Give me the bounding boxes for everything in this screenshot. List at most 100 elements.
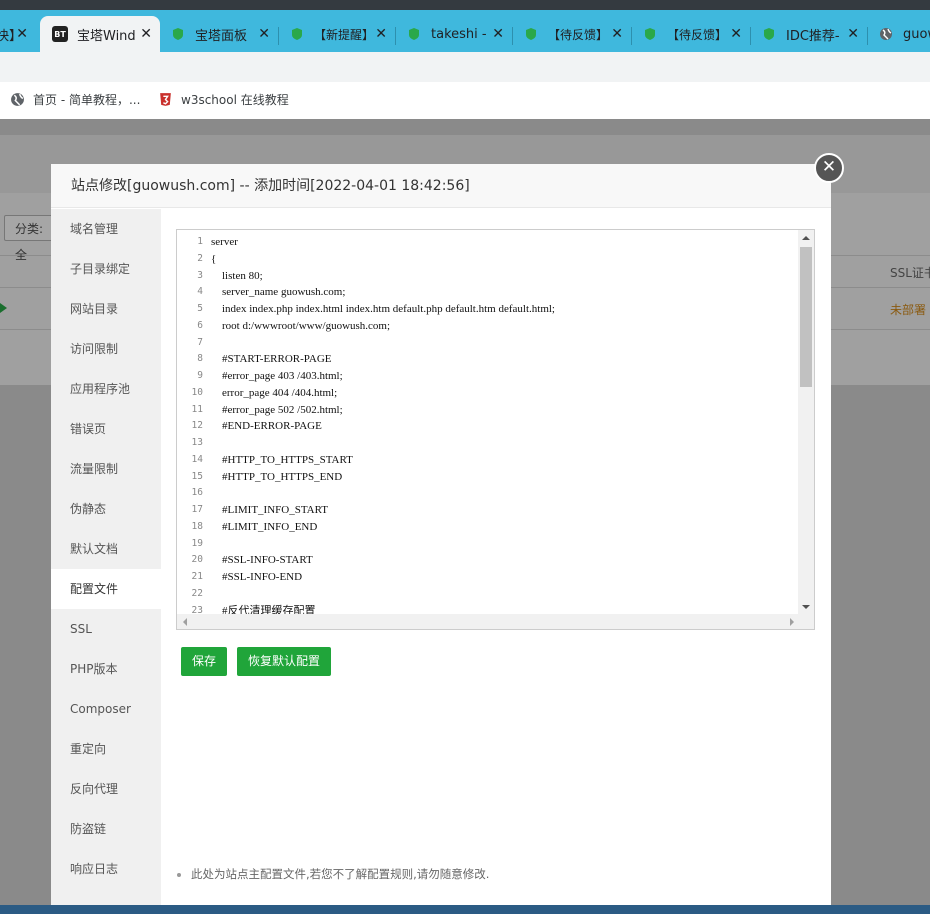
note-text: 此处为站点主配置文件,若您不了解配置规则,请勿随意修改.: [191, 867, 490, 881]
editor-horizontal-scrollbar[interactable]: [177, 614, 800, 629]
sidebar-item-default-document[interactable]: 默认文档: [51, 529, 161, 569]
sidebar-item-app-pool[interactable]: 应用程序池: [51, 369, 161, 409]
code-line[interactable]: #LIMIT_INFO_START: [211, 502, 797, 519]
green-shield-icon: [289, 26, 305, 42]
line-number: 11: [191, 403, 203, 415]
sidebar-item-redirect[interactable]: 重定向: [51, 729, 161, 769]
tab-close-icon[interactable]: ✕: [258, 25, 270, 43]
sidebar-item-domain-management[interactable]: 域名管理: [51, 209, 161, 249]
tab-pending-feedback-2[interactable]: 【待反馈】 ✕: [632, 16, 750, 52]
config-code-editor[interactable]: 1 2 3 4 5 6 7 8 9 10 11 12 13 14 15 16 17 18 19 20 21 22 23 se…: [176, 229, 815, 630]
code-line[interactable]: [211, 485, 797, 502]
code-line[interactable]: [211, 435, 797, 452]
tab-partial-left[interactable]: 快】 ✕: [0, 16, 36, 52]
sidebar-item-response-log[interactable]: 响应日志: [51, 849, 161, 889]
tab-bt-forum[interactable]: 宝塔面板 ✕: [160, 16, 278, 52]
bullet-icon: [177, 872, 181, 877]
dialog-close-icon[interactable]: ✕: [814, 153, 844, 183]
tab-close-icon[interactable]: ✕: [375, 25, 387, 43]
code-line[interactable]: #SSL-INFO-START: [211, 552, 797, 569]
sidebar-item-subdirectory-binding[interactable]: 子目录绑定: [51, 249, 161, 289]
taskbar-strip: [0, 905, 930, 914]
code-line[interactable]: #LIMIT_INFO_END: [211, 519, 797, 536]
code-line[interactable]: root d:/wwwroot/www/guowush.com;: [211, 318, 797, 335]
tab-close-icon[interactable]: ✕: [140, 25, 152, 43]
code-line[interactable]: #error_page 502 /502.html;: [211, 402, 797, 419]
code-line[interactable]: #START-ERROR-PAGE: [211, 351, 797, 368]
globe-icon: [878, 26, 894, 42]
window-top-bar: [0, 0, 930, 10]
tab-close-icon[interactable]: ✕: [847, 25, 859, 43]
code-line[interactable]: server_name guowush.com;: [211, 284, 797, 301]
tab-close-icon[interactable]: ✕: [492, 25, 504, 43]
scroll-up-arrow-icon[interactable]: [802, 236, 810, 240]
sidebar-item-php-version[interactable]: PHP版本: [51, 649, 161, 689]
bookmark-w3school[interactable]: w3school 在线教程: [157, 91, 289, 108]
scroll-left-arrow-icon[interactable]: [183, 618, 187, 626]
sidebar-item-hotlink-protection[interactable]: 防盗链: [51, 809, 161, 849]
line-number: 5: [197, 303, 203, 314]
code-line[interactable]: error_page 404 /404.html;: [211, 385, 797, 402]
code-line[interactable]: [211, 586, 797, 603]
tab-title: takeshi -: [431, 26, 487, 42]
sidebar-item-ssl[interactable]: SSL: [51, 609, 161, 649]
tab-close-icon[interactable]: ✕: [611, 25, 623, 43]
line-number: 3: [197, 269, 203, 281]
scrollbar-corner: [798, 614, 814, 629]
background-ssl-column-header: SSL证书: [890, 266, 930, 280]
line-number: 8: [197, 353, 203, 365]
code-line[interactable]: server: [211, 234, 797, 251]
tab-title: IDC推荐-: [786, 28, 840, 44]
tab-close-icon[interactable]: ✕: [16, 25, 28, 43]
address-bar-area[interactable]: [0, 52, 930, 82]
tab-new-reminder[interactable]: 【新提醒】 ✕: [279, 16, 395, 52]
code-line[interactable]: #END-ERROR-PAGE: [211, 418, 797, 435]
tab-bt-panel[interactable]: BT 宝塔Wind ✕: [40, 16, 160, 52]
scroll-down-arrow-icon[interactable]: [802, 605, 810, 609]
sidebar-item-config-file[interactable]: 配置文件: [51, 569, 161, 609]
bookmark-label: 首页 - 简单教程，...: [33, 93, 141, 107]
tab-close-icon[interactable]: ✕: [730, 25, 742, 43]
tab-title: 宝塔Wind: [77, 28, 136, 44]
code-line[interactable]: #SSL-INFO-END: [211, 569, 797, 586]
tab-title: 宝塔面板: [195, 28, 248, 44]
code-line[interactable]: #HTTP_TO_HTTPS_START: [211, 452, 797, 469]
scroll-right-arrow-icon[interactable]: [790, 618, 794, 626]
sidebar-item-composer[interactable]: Composer: [51, 689, 161, 729]
tab-guowush[interactable]: guow: [868, 16, 930, 52]
bookmarks-bar: 首页 - 简单教程，... w3school 在线教程: [0, 82, 930, 119]
green-shield-icon: [523, 26, 539, 42]
sidebar-item-reverse-proxy[interactable]: 反向代理: [51, 769, 161, 809]
code-line[interactable]: [211, 335, 797, 352]
editor-vertical-scrollbar[interactable]: [798, 230, 814, 614]
sidebar-item-site-directory[interactable]: 网站目录: [51, 289, 161, 329]
bookmark-home-tutorial[interactable]: 首页 - 简单教程，...: [9, 91, 140, 108]
tab-title: 【待反馈】: [667, 27, 728, 42]
code-line[interactable]: {: [211, 251, 797, 268]
bt-logo-icon: BT: [52, 26, 68, 42]
editor-code-area[interactable]: server{ listen 80; server_name guowush.c…: [211, 230, 797, 619]
line-number: 20: [191, 554, 203, 566]
config-warning-note: 此处为站点主配置文件,若您不了解配置规则,请勿随意修改.: [177, 866, 489, 882]
code-line[interactable]: index index.php index.html index.htm def…: [211, 301, 797, 318]
line-number: 12: [191, 420, 203, 432]
tab-idc-recommend[interactable]: IDC推荐- ✕: [751, 16, 867, 52]
save-button[interactable]: 保存: [181, 647, 227, 676]
sidebar-item-error-page[interactable]: 错误页: [51, 409, 161, 449]
code-line[interactable]: [211, 536, 797, 553]
sidebar-item-pseudo-static[interactable]: 伪静态: [51, 489, 161, 529]
sidebar-item-traffic-limit[interactable]: 流量限制: [51, 449, 161, 489]
background-play-icon: [0, 303, 7, 313]
code-line[interactable]: #error_page 403 /403.html;: [211, 368, 797, 385]
code-line[interactable]: listen 80;: [211, 268, 797, 285]
restore-default-config-button[interactable]: 恢复默认配置: [237, 647, 331, 676]
tab-takeshi[interactable]: takeshi - ✕: [396, 16, 512, 52]
scrollbar-thumb[interactable]: [800, 247, 812, 387]
tab-pending-feedback-1[interactable]: 【待反馈】 ✕: [513, 16, 631, 52]
line-number: 14: [191, 453, 203, 465]
sidebar-item-access-restriction[interactable]: 访问限制: [51, 329, 161, 369]
code-line[interactable]: #HTTP_TO_HTTPS_END: [211, 469, 797, 486]
tab-title: 【待反馈】: [548, 27, 609, 42]
tab-title: guow: [903, 26, 930, 42]
line-number: 15: [191, 470, 203, 482]
